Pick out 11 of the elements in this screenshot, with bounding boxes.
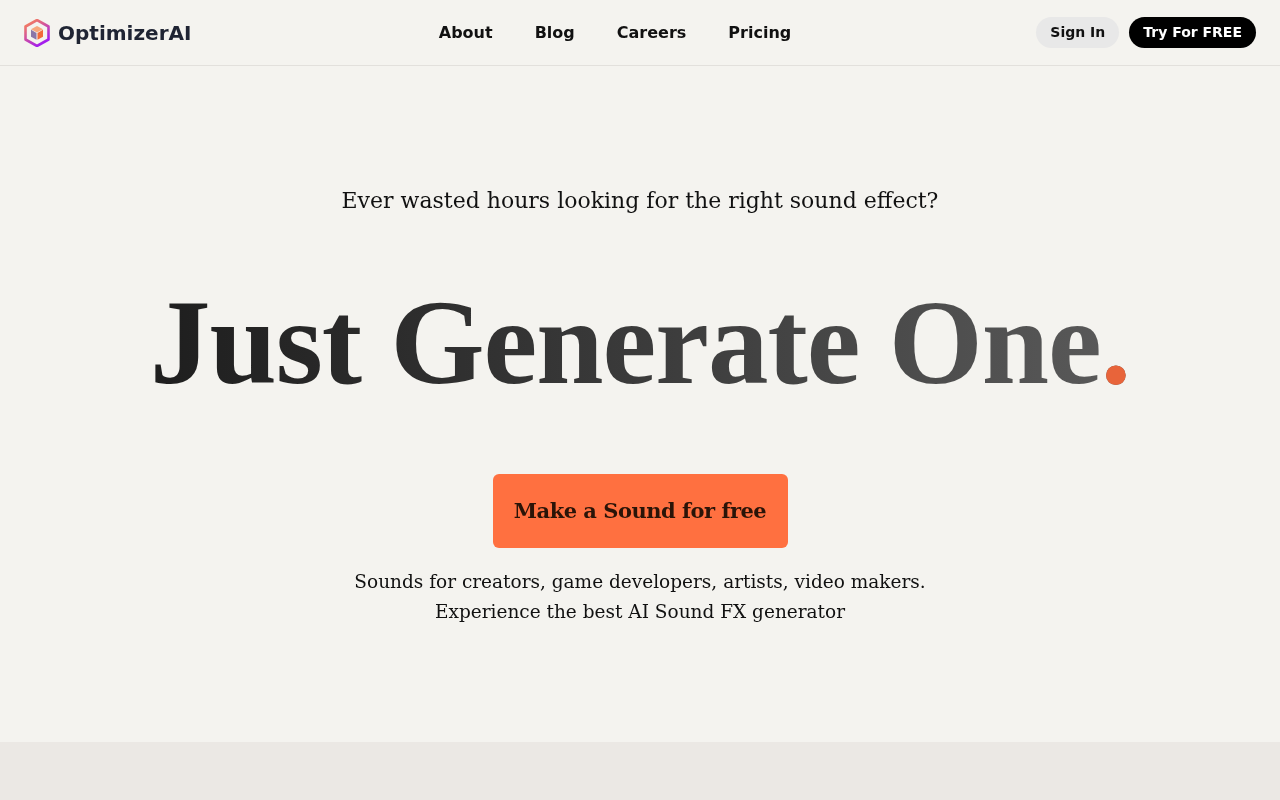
make-sound-button[interactable]: Make a Sound for free — [492, 474, 788, 548]
sign-in-button[interactable]: Sign In — [1036, 17, 1120, 48]
nav-link[interactable]: About — [438, 20, 493, 45]
hero-description: Sounds for creators, game developers, artists, video makers. Experience the best AI Sound FX generator — [354, 570, 926, 624]
hexagon-cube-logo-icon — [24, 18, 50, 47]
nav-link[interactable]: Blog — [534, 20, 575, 45]
nav-link[interactable]: Careers — [616, 20, 687, 45]
try-free-button[interactable]: Try For FREE — [1129, 17, 1256, 48]
brand-name[interactable]: OptimizerAI — [58, 17, 192, 48]
nav-link[interactable]: Pricing — [728, 20, 792, 45]
hero-question: Ever wasted hours looking for the right sound effect? — [341, 187, 939, 215]
